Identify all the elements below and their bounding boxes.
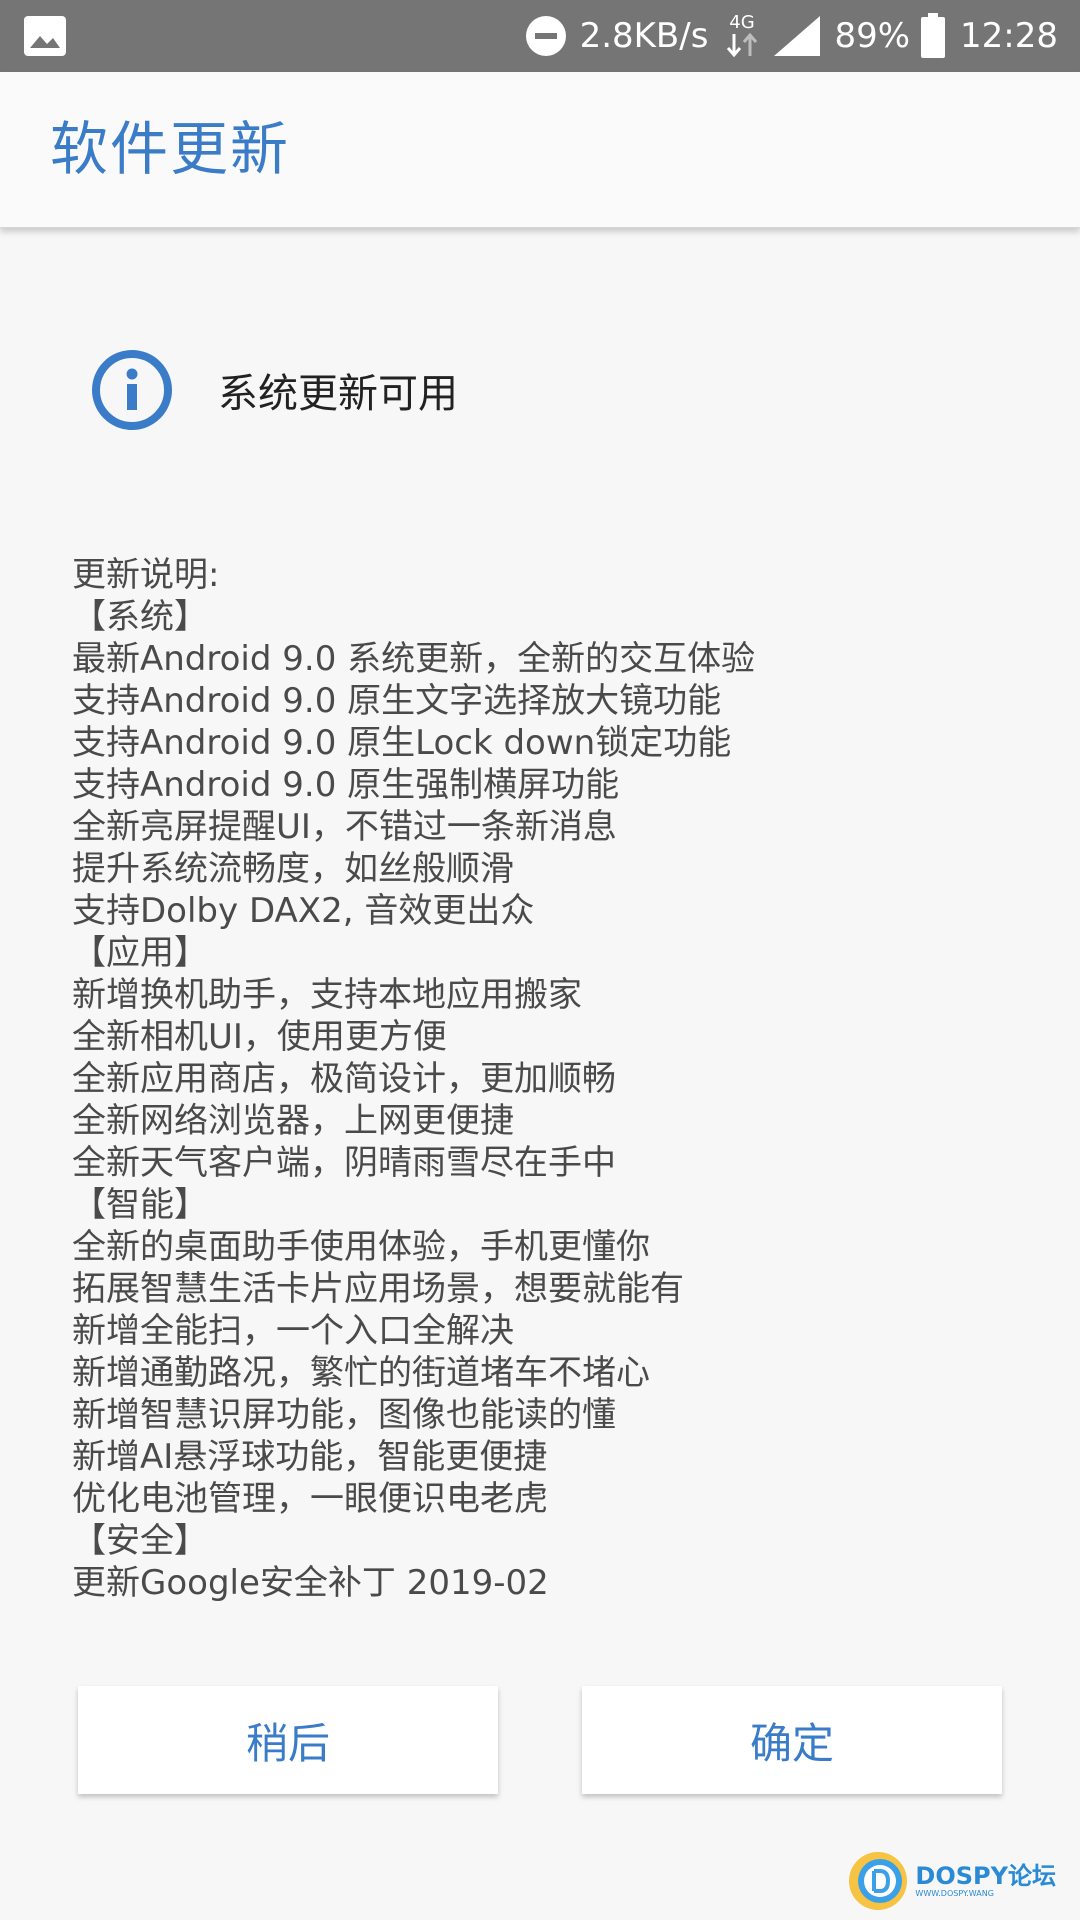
release-notes-line: 全新相机UI，使用更方便 xyxy=(72,1017,447,1057)
watermark: DOSPY论坛 WWW.DOSPY.WANG xyxy=(847,1850,1056,1912)
release-notes-line: 新增智慧识屏功能，图像也能读的懂 xyxy=(72,1395,616,1435)
watermark-subtext: WWW.DOSPY.WANG xyxy=(915,1889,994,1898)
release-notes-line: 优化电池管理，一眼便识电老虎 xyxy=(72,1479,548,1519)
update-available-message: 系统更新可用 xyxy=(218,371,458,417)
release-notes-line: 全新天气客户端，阴晴雨雪尽在手中 xyxy=(72,1143,616,1183)
page-title: 软件更新 xyxy=(50,115,291,183)
release-notes-line: 【系统】 xyxy=(72,597,208,637)
later-button[interactable]: 稍后 xyxy=(78,1686,498,1794)
release-notes-line: 支持Android 9.0 原生文字选择放大镜功能 xyxy=(72,681,722,721)
dospy-logo-icon xyxy=(849,1852,908,1910)
battery-icon xyxy=(921,13,946,58)
clock: 12:28 xyxy=(960,16,1058,56)
update-available-row: 系统更新可用 xyxy=(90,348,458,432)
release-notes-line: 全新的桌面助手使用体验，手机更懂你 xyxy=(72,1227,650,1267)
release-notes-line: 更新说明: xyxy=(72,555,220,595)
release-notes-line: 支持Android 9.0 原生Lock down锁定功能 xyxy=(72,723,732,763)
release-notes-line: 支持Android 9.0 原生强制横屏功能 xyxy=(72,765,620,805)
do-not-disturb-icon xyxy=(525,16,566,56)
release-notes-line: 最新Android 9.0 系统更新，全新的交互体验 xyxy=(72,639,756,679)
release-notes-line: 新增换机助手，支持本地应用搬家 xyxy=(72,975,582,1015)
release-notes-line: 拓展智慧生活卡片应用场景，想要就能有 xyxy=(72,1269,684,1309)
release-notes-line: 新增全能扫，一个入口全解决 xyxy=(72,1311,514,1351)
release-notes-line: 全新网络浏览器，上网更便捷 xyxy=(72,1101,514,1141)
software-update-screen: 2.8KB/s 4G 89% 12:28 软件更新 系统更新可用 更新说明: 【… xyxy=(0,0,1080,1920)
watermark-text-group: DOSPY论坛 WWW.DOSPY.WANG xyxy=(915,1863,1056,1899)
release-notes-line: 【应用】 xyxy=(72,933,208,973)
info-icon xyxy=(92,350,172,430)
release-notes-line: 支持Dolby DAX2, 音效更出众 xyxy=(72,891,535,931)
app-bar: 软件更新 xyxy=(0,72,1080,228)
release-notes-line: 新增通勤路况，繁忙的街道堵车不堵心 xyxy=(72,1353,650,1393)
release-notes-line: 【安全】 xyxy=(72,1521,208,1561)
gallery-notification-icon xyxy=(24,16,66,56)
release-notes: 更新说明: 【系统】 最新Android 9.0 系统更新，全新的交互体验 支持… xyxy=(72,554,1032,1604)
signal-strength-icon xyxy=(774,16,821,56)
watermark-text: DOSPY论坛 xyxy=(915,1862,1056,1890)
release-notes-line: 提升系统流畅度，如丝般顺滑 xyxy=(72,849,514,889)
status-bar-right: 2.8KB/s 4G 89% 12:28 xyxy=(524,0,1058,72)
svg-text:4G: 4G xyxy=(730,12,755,33)
confirm-button[interactable]: 确定 xyxy=(582,1686,1002,1794)
status-bar: 2.8KB/s 4G 89% 12:28 xyxy=(0,0,1080,72)
release-notes-line: 更新Google安全补丁 2019-02 xyxy=(72,1563,549,1603)
network-speed: 2.8KB/s xyxy=(579,16,709,56)
release-notes-line: 【智能】 xyxy=(72,1185,208,1225)
mobile-data-4g-icon: 4G xyxy=(727,12,758,58)
battery-percent: 89% xyxy=(834,16,911,56)
release-notes-line: 全新亮屏提醒UI，不错过一条新消息 xyxy=(72,807,617,847)
release-notes-line: 新增AI悬浮球功能，智能更便捷 xyxy=(72,1437,548,1477)
release-notes-line: 全新应用商店，极简设计，更加顺畅 xyxy=(72,1059,616,1099)
